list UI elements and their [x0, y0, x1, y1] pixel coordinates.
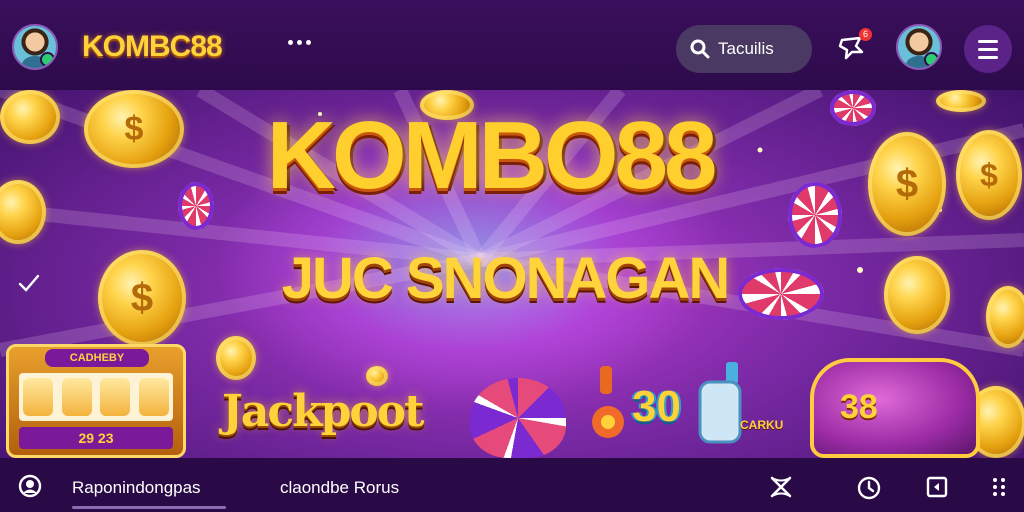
slot-machine-graphic: CADHEBY 29 23 [6, 344, 186, 458]
gold-coin-decoration [216, 336, 256, 380]
search-button[interactable]: Tacuilis [676, 25, 812, 73]
top-bar: KOMBC88 Tacuilis 6 [0, 0, 1024, 90]
user-avatar[interactable] [896, 24, 942, 70]
small-brand-label: CARKU [740, 418, 784, 432]
more-options-icon[interactable] [288, 40, 311, 45]
promo-banner[interactable]: $ $ $ $ KOMBO88 JUC SNONAGAN CADHEBY 29 … [0, 90, 1024, 458]
active-tab-indicator [72, 506, 226, 509]
slot-machine-header: CADHEBY [45, 349, 149, 367]
gold-coin-decoration [366, 366, 388, 386]
banner-subtitle: JUC SNONAGAN [281, 246, 731, 311]
gold-coin-decoration [986, 286, 1024, 348]
flower-bottle-decoration [592, 366, 624, 438]
gold-coin-decoration: $ [868, 132, 946, 236]
user-online-dot [924, 52, 939, 67]
banner-title: KOMBO88 [266, 102, 718, 209]
gold-coin-decoration [884, 256, 950, 334]
profile-avatar[interactable] [12, 24, 58, 70]
brand-logo[interactable]: KOMBC88 [82, 30, 223, 64]
search-icon [690, 39, 710, 59]
gold-coin-decoration: $ [98, 250, 186, 346]
slot-reels [19, 373, 173, 421]
grid-dots-icon[interactable] [986, 474, 1012, 500]
carriage-number: 38 [840, 388, 878, 426]
online-status-dot [40, 52, 55, 67]
bonus-number: 30 [632, 382, 681, 431]
bottle-decoration [698, 362, 742, 444]
poker-chip-decoration [738, 268, 824, 320]
jackpot-label: Jackpoot [222, 386, 424, 437]
hamburger-menu-button[interactable] [964, 25, 1012, 73]
gold-coin-decoration: $ [84, 90, 184, 168]
gold-coin-decoration [0, 90, 60, 144]
gold-coin-decoration [936, 90, 986, 112]
gold-coin-decoration: $ [956, 130, 1022, 220]
user-profile-icon[interactable] [18, 474, 42, 498]
bottom-navigation: Raponindongpas claondbe Rorus [0, 458, 1024, 512]
check-icon[interactable] [16, 270, 42, 296]
tab-rapon[interactable]: Raponindongpas [72, 478, 201, 498]
carriage-graphic: 38 [810, 358, 980, 458]
cross-arrows-icon[interactable] [768, 474, 794, 500]
casino-ball-graphic [470, 378, 566, 458]
window-icon[interactable] [924, 474, 950, 500]
timer-icon[interactable] [856, 474, 882, 500]
poker-chip-decoration [830, 90, 876, 126]
poker-chip-decoration [178, 182, 214, 230]
slot-machine-counter: 29 23 [19, 427, 173, 449]
search-label: Tacuilis [718, 39, 774, 58]
tab-claondbe[interactable]: claondbe Rorus [280, 478, 399, 498]
notifications-button[interactable]: 6 [834, 28, 872, 66]
notification-badge: 6 [859, 28, 872, 41]
poker-chip-decoration [788, 182, 842, 248]
